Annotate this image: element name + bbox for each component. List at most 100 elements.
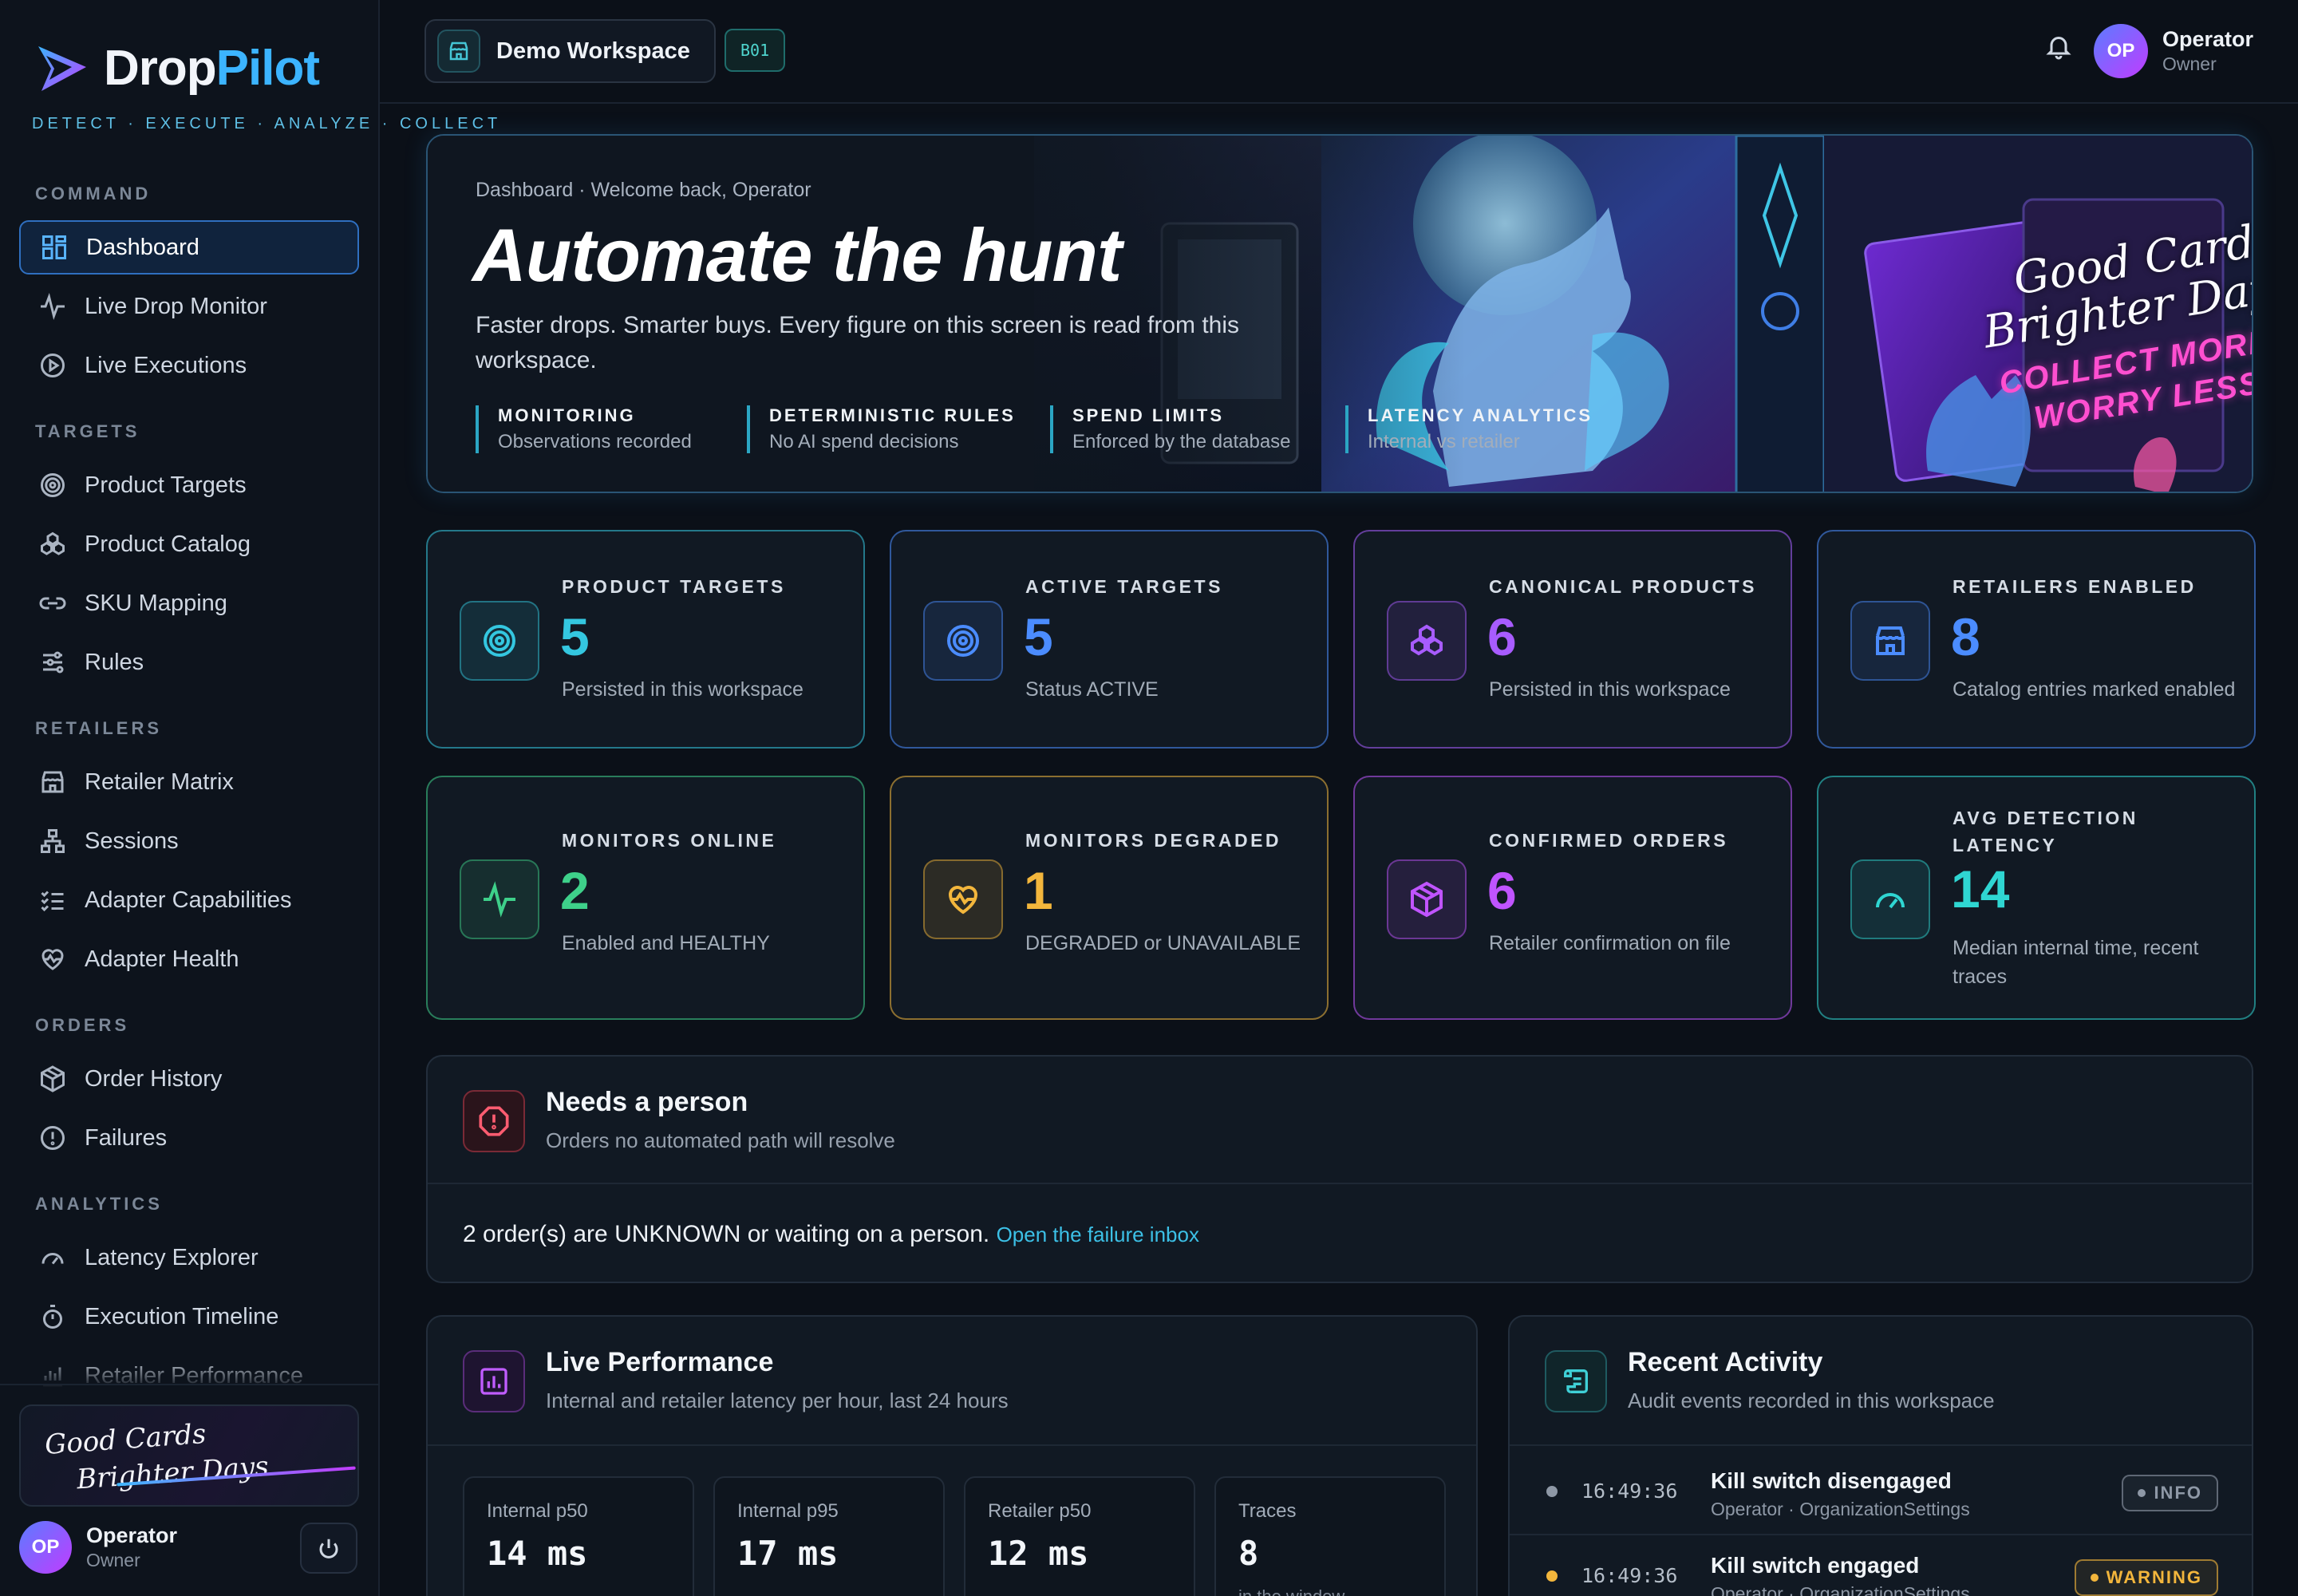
sidebar-item-rules[interactable]: Rules — [19, 635, 359, 689]
metric-card: Internal p95 17 ms — [713, 1476, 945, 1596]
sidebar: DropPilot DETECT · EXECUTE · ANALYZE · C… — [0, 0, 497, 1596]
stat-desc: Persisted in this workspace — [1489, 678, 1731, 701]
activity-event: Kill switch disengaged — [1711, 1468, 1952, 1493]
user-menu[interactable]: OP Operator Owner — [2094, 24, 2253, 78]
workspace-code-badge: B01 — [725, 29, 786, 72]
alert-octagon-icon — [463, 1090, 525, 1152]
metric-sub: in the window — [1238, 1586, 1344, 1596]
pillar-desc: Enforced by the database — [1072, 431, 1291, 452]
stat-card-active-targets[interactable]: ACTIVE TARGETS 5 Status ACTIVE — [890, 530, 1329, 749]
metric-card: Retailer p50 12 ms — [964, 1476, 1195, 1596]
sidebar-item-adapter-health[interactable]: Adapter Health — [19, 932, 359, 986]
checklist-icon — [41, 891, 64, 912]
divider — [428, 1183, 2252, 1184]
recent-activity-panel: Recent Activity Audit events recorded in… — [1508, 1315, 2253, 1596]
sidebar-user[interactable]: OP Operator Owner — [19, 1521, 177, 1574]
nav-section-label: ANALYTICS — [35, 1194, 163, 1214]
gauge-icon — [41, 1253, 64, 1265]
stat-label: RETAILERS ENABLED — [1953, 576, 2197, 597]
sidebar-item-live-executions[interactable]: Live Executions — [19, 338, 359, 393]
sidebar-item-product-targets[interactable]: Product Targets — [19, 458, 359, 512]
workspace-switcher[interactable]: Demo Workspace — [424, 19, 716, 83]
stat-value: 6 — [1487, 861, 1517, 920]
hero-pillar: DETERMINISTIC RULES No AI spend decisions — [747, 405, 1016, 453]
bar-chart-icon — [463, 1350, 525, 1412]
metric-card: Traces 8 in the window — [1214, 1476, 1446, 1596]
store-icon — [437, 30, 480, 73]
stat-label: AVG DETECTION LATENCY — [1953, 808, 2138, 855]
divider — [1510, 1444, 2252, 1446]
message-text: 2 order(s) are UNKNOWN or waiting on a p… — [463, 1221, 990, 1247]
promo-line-1: Good Cards — [43, 1417, 207, 1462]
live-performance-panel: Live Performance Internal and retailer l… — [426, 1315, 1478, 1596]
stat-card-monitors-degraded[interactable]: MONITORS DEGRADED 1 DEGRADED or UNAVAILABL… — [890, 776, 1329, 1020]
logo[interactable]: DropPilot — [34, 38, 320, 97]
sidebar-item-live-drop-monitor[interactable]: Live Drop Monitor — [19, 279, 359, 334]
sidebar-item-adapter-capabilities[interactable]: Adapter Capabilities — [19, 873, 359, 927]
stat-desc: Persisted in this workspace — [562, 678, 804, 701]
link-icon — [39, 597, 66, 610]
user-name: Operator — [86, 1523, 178, 1547]
store-icon — [41, 771, 64, 793]
sidebar-item-label: Latency Explorer — [85, 1244, 259, 1270]
activity-event: Kill switch engaged — [1711, 1553, 1920, 1578]
promo-line-2: Brighter Days — [75, 1450, 270, 1496]
nav-section-label: COMMAND — [35, 184, 152, 203]
stat-card-retailers-enabled[interactable]: RETAILERS ENABLED 8 Catalog entries marked… — [1817, 530, 2256, 749]
sidebar-item-product-catalog[interactable]: Product Catalog — [19, 517, 359, 571]
pillar-title: DETERMINISTIC RULES — [769, 405, 1016, 425]
stat-value: 8 — [1951, 607, 1980, 666]
page-title: Automate the hunt — [472, 213, 1122, 297]
sidebar-item-sku-mapping[interactable]: SKU Mapping — [19, 576, 359, 630]
metric-card: Internal p50 14 ms — [463, 1476, 694, 1596]
panel-subtitle: Audit events recorded in this workspace — [1628, 1389, 1995, 1412]
sidebar-item-label: Adapter Health — [85, 946, 239, 972]
sidebar-item-latency-explorer[interactable]: Latency Explorer — [19, 1231, 359, 1285]
stat-card-product-targets[interactable]: PRODUCT TARGETS 5 Persisted in this worksp… — [426, 530, 865, 749]
sidebar-item-label: SKU Mapping — [85, 590, 227, 616]
sidebar-item-label: Product Targets — [85, 472, 247, 498]
pillar-title: MONITORING — [498, 405, 636, 425]
needs-person-panel: Needs a person Orders no automated path … — [426, 1055, 2253, 1283]
stat-card-confirmed-orders[interactable]: CONFIRMED ORDERS 6 Retailer confirmation o… — [1353, 776, 1792, 1020]
stat-label: CONFIRMED ORDERS — [1489, 830, 1729, 851]
play-circle-icon — [41, 354, 65, 377]
logout-button[interactable] — [300, 1523, 357, 1574]
stat-desc: Catalog entries marked enabled — [1953, 678, 2236, 701]
panel-title: Recent Activity — [1628, 1347, 1823, 1377]
heart-pulse-icon — [41, 949, 64, 970]
sidebar-item-label: Live Executions — [85, 352, 247, 378]
notifications-button[interactable] — [2044, 32, 2079, 67]
panel-subtitle: Internal and retailer latency per hour, … — [546, 1389, 1009, 1412]
stat-label: MONITORS ONLINE — [562, 830, 777, 851]
hero-banner: Dashboard · Welcome back, Operator Autom… — [426, 134, 2253, 493]
stat-card-monitors-online[interactable]: MONITORS ONLINE 2 Enabled and HEALTHY — [426, 776, 865, 1020]
user-name: Operator — [2162, 27, 2254, 51]
activity-row[interactable]: 16:49:36 Kill switch disengaged Operator ·… — [1510, 1451, 2252, 1535]
activity-time: 16:49:36 — [1581, 1479, 1678, 1503]
sidebar-item-label: Adapter Capabilities — [85, 887, 292, 913]
avatar: OP — [19, 1521, 72, 1574]
stat-card-canonical-products[interactable]: CANONICAL PRODUCTS 6 Persisted in this wor… — [1353, 530, 1792, 749]
brand-name: DropPilot — [104, 40, 320, 96]
promo-banner[interactable]: Good Cards Brighter Days — [19, 1404, 359, 1507]
pulse-icon — [460, 859, 539, 939]
sidebar-item-dashboard[interactable]: Dashboard — [19, 220, 359, 275]
sidebar-item-retailer-matrix[interactable]: Retailer Matrix — [19, 755, 359, 809]
gauge-icon — [1850, 859, 1930, 939]
user-role: Owner — [86, 1550, 140, 1570]
stat-desc: Status ACTIVE — [1025, 678, 1159, 701]
stat-card-avg-detection-latency[interactable]: AVG DETECTION LATENCY 14 Median internal t… — [1817, 776, 2256, 1020]
stat-label: CANONICAL PRODUCTS — [1489, 576, 1758, 597]
package-icon — [1387, 859, 1467, 939]
sidebar-item-label: Order History — [85, 1065, 223, 1092]
sidebar-item-sessions[interactable]: Sessions — [19, 814, 359, 868]
activity-row[interactable]: 16:49:36 Kill switch engaged Operator · Or… — [1510, 1535, 2252, 1596]
sidebar-item-execution-timeline[interactable]: Execution Timeline — [19, 1290, 359, 1344]
sidebar-item-order-history[interactable]: Order History — [19, 1052, 359, 1106]
sidebar-item-failures[interactable]: Failures — [19, 1111, 359, 1165]
panel-title: Needs a person — [546, 1087, 748, 1117]
failure-inbox-link[interactable]: Open the failure inbox — [997, 1223, 1199, 1246]
pulse-icon — [41, 292, 65, 321]
target-icon — [460, 601, 539, 681]
